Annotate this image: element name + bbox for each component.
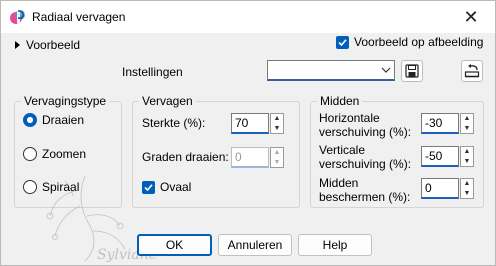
triangle-right-icon [15, 41, 20, 49]
v-offset-label-line1: Verticale [319, 143, 366, 157]
v-offset-spinner[interactable]: -50 ▲ ▼ [421, 146, 474, 167]
rotate-input[interactable]: 0 [231, 147, 269, 168]
spin-down-icon[interactable]: ▼ [461, 157, 473, 167]
radio-unselected-icon [23, 147, 37, 161]
spin-down-icon[interactable]: ▼ [271, 158, 283, 168]
protect-spin-buttons[interactable]: ▲ ▼ [460, 178, 474, 199]
blur-type-title: Vervagingstype [21, 94, 110, 108]
save-preset-button[interactable] [401, 60, 423, 82]
h-offset-label-line2: verschuiving (%): [319, 125, 412, 139]
cancel-button[interactable]: Annuleren [218, 234, 292, 256]
radio-draaien-label: Draaien [42, 113, 85, 127]
preview-on-image-label: Voorbeeld op afbeelding [354, 35, 484, 49]
radio-zoomen-label: Zoomen [42, 147, 87, 161]
h-offset-input[interactable]: -30 [421, 113, 459, 134]
settings-label: Instellingen [122, 65, 183, 79]
strength-input[interactable]: 70 [231, 113, 269, 134]
h-offset-label: Horizontale verschuiving (%): [319, 111, 411, 139]
v-offset-label-line2: verschuiving (%): [319, 157, 412, 171]
radio-draaien[interactable]: Draaien [23, 113, 84, 127]
reset-icon [464, 64, 480, 78]
protect-label-line1: Midden [319, 176, 359, 190]
preview-toggle[interactable]: Voorbeeld [15, 38, 80, 52]
protect-label: Midden beschermen (%): [319, 176, 410, 204]
spin-down-icon[interactable]: ▼ [271, 124, 283, 134]
radio-zoomen[interactable]: Zoomen [23, 147, 86, 161]
h-offset-label-line1: Horizontale [319, 111, 380, 125]
radial-blur-dialog: Radiaal vervagen ✕ Voorbeeld Voorbeeld o… [0, 0, 496, 266]
checkbox-checked-icon [336, 35, 349, 49]
spin-down-icon[interactable]: ▼ [461, 124, 473, 134]
spin-up-icon[interactable]: ▲ [461, 179, 473, 189]
v-offset-spin-buttons[interactable]: ▲ ▼ [460, 146, 474, 167]
spin-up-icon[interactable]: ▲ [271, 148, 283, 158]
rotate-spinner[interactable]: 0 ▲ ▼ [231, 147, 284, 168]
title-bar: Radiaal vervagen ✕ [1, 1, 495, 33]
center-title: Midden [317, 94, 363, 108]
center-group: Midden Horizontale verschuiving (%): -30… [310, 94, 484, 208]
protect-spinner[interactable]: 0 ▲ ▼ [421, 178, 474, 199]
protect-label-line2: beschermen (%): [319, 190, 411, 204]
spin-up-icon[interactable]: ▲ [271, 114, 283, 124]
v-offset-label: Verticale verschuiving (%): [319, 143, 411, 171]
preview-on-image-checkbox[interactable]: Voorbeeld op afbeelding [336, 35, 483, 49]
h-offset-spinner[interactable]: -30 ▲ ▼ [421, 113, 474, 134]
strength-spin-buttons[interactable]: ▲ ▼ [270, 113, 284, 134]
help-button[interactable]: Help [298, 234, 372, 256]
app-icon [9, 8, 27, 26]
chevron-down-icon [381, 67, 391, 73]
v-offset-input[interactable]: -50 [421, 146, 459, 167]
spin-down-icon[interactable]: ▼ [461, 189, 473, 199]
spin-up-icon[interactable]: ▲ [461, 114, 473, 124]
h-offset-spin-buttons[interactable]: ▲ ▼ [460, 113, 474, 134]
spin-up-icon[interactable]: ▲ [461, 147, 473, 157]
protect-input[interactable]: 0 [421, 178, 459, 199]
rotate-spin-buttons[interactable]: ▲ ▼ [270, 147, 284, 168]
rotate-label: Graden draaien: [142, 150, 229, 164]
floppy-disk-icon [405, 64, 419, 78]
blur-title: Vervagen [139, 94, 196, 108]
settings-dropdown[interactable] [267, 60, 395, 81]
strength-spinner[interactable]: 70 ▲ ▼ [231, 113, 284, 134]
ok-button[interactable]: OK [137, 234, 212, 256]
preview-toggle-label: Voorbeeld [26, 38, 81, 52]
strength-label: Sterkte (%): [142, 116, 206, 130]
window-title: Radiaal vervagen [32, 10, 126, 24]
reset-defaults-button[interactable] [461, 60, 483, 82]
radio-selected-icon [23, 113, 37, 127]
close-icon[interactable]: ✕ [451, 3, 491, 31]
